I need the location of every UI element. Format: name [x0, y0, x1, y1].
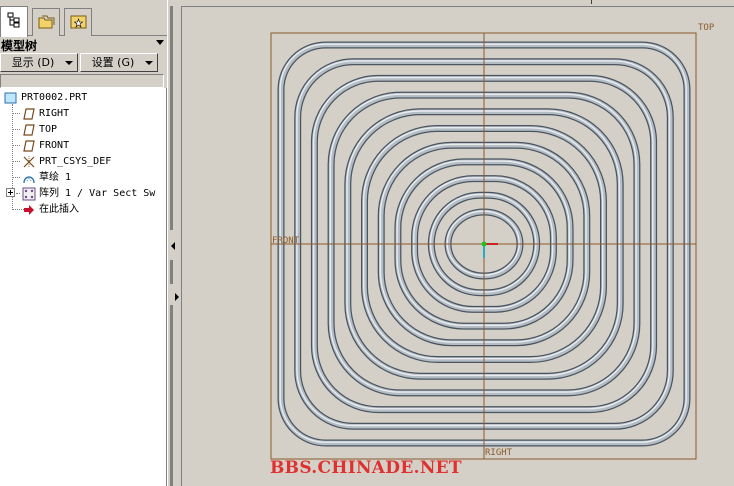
- sketch-icon: [23, 176, 35, 184]
- datum-label-right: RIGHT: [485, 448, 513, 458]
- model-tree-header: 模型树: [0, 36, 167, 53]
- tree-item-label: TOP: [39, 124, 58, 135]
- tree-connector: [12, 177, 20, 178]
- chevron-down-icon: [65, 61, 73, 65]
- model-tree-title: 模型树: [1, 39, 38, 53]
- collapse-panel-icon[interactable]: [171, 242, 175, 250]
- graphics-top-notch: [591, 0, 592, 4]
- tree-filter-bar[interactable]: [0, 74, 164, 88]
- model-tree-tab[interactable]: [0, 6, 28, 37]
- tree-connector: [16, 193, 20, 194]
- model-tree-area: PRT0002.PRT RIGHT TOP FRONT PRT_CSYS_DEF…: [0, 88, 167, 486]
- datum-label-top: TOP: [698, 23, 715, 33]
- tree-item-label: PRT_CSYS_DEF: [39, 156, 112, 167]
- coordinate-system-icon: [23, 156, 35, 168]
- chevron-down-icon: [145, 61, 153, 65]
- settings-menu-button[interactable]: 设置 (G): [80, 53, 158, 72]
- show-menu-label: 显示 (D): [11, 56, 55, 69]
- tree-connector: [12, 145, 20, 146]
- model-tree-panel: 模型树 显示 (D) 设置 (G) PRT0002.PRT RIGHT TOP …: [0, 0, 167, 486]
- expand-node-icon[interactable]: [6, 188, 15, 197]
- settings-menu-label: 设置 (G): [91, 56, 135, 69]
- tree-item-label: 草绘 1: [39, 172, 72, 183]
- favorites-icon: [70, 15, 87, 29]
- datum-label-front: FRONT: [272, 236, 300, 246]
- forum-watermark: BBS.CHINADE.NET: [270, 458, 462, 478]
- splitter-groove: [170, 6, 173, 230]
- folder-browser-icon: [38, 15, 55, 29]
- navigator-tab-strip: [0, 0, 167, 37]
- graphics-window[interactable]: TOP FRONT RIGHT BBS.CHINADE.NET: [181, 6, 734, 486]
- tree-connector: [12, 113, 20, 114]
- panel-splitter[interactable]: [167, 0, 181, 486]
- tree-menu-dropdown-icon[interactable]: [156, 40, 164, 45]
- splitter-groove: [170, 305, 173, 486]
- tree-connector: [12, 129, 20, 130]
- tree-item-label: FRONT: [39, 140, 70, 151]
- show-menu-button[interactable]: 显示 (D): [0, 53, 78, 72]
- model-tree-icon: [7, 12, 20, 28]
- part-icon: [4, 92, 17, 104]
- folder-browser-tab[interactable]: [32, 8, 60, 36]
- tree-item-label: 在此插入: [39, 204, 79, 215]
- datum-plane-icon: [23, 124, 35, 136]
- insert-here-arrow-icon: [24, 205, 34, 215]
- expand-panel-icon[interactable]: [175, 293, 179, 301]
- tree-item-label: RIGHT: [39, 108, 70, 119]
- favorites-tab[interactable]: [64, 8, 92, 36]
- splitter-groove: [170, 260, 173, 284]
- tree-item-label: 阵列 1 / Var Sect Sw: [39, 188, 156, 199]
- tree-root-label: PRT0002.PRT: [21, 92, 88, 103]
- datum-plane-icon: [23, 108, 35, 120]
- pattern-icon: [22, 187, 36, 201]
- tree-connector: [12, 161, 20, 162]
- model-viewport[interactable]: [182, 7, 734, 486]
- coordinate-system-triad: [481, 241, 498, 258]
- datum-plane-icon: [23, 140, 35, 152]
